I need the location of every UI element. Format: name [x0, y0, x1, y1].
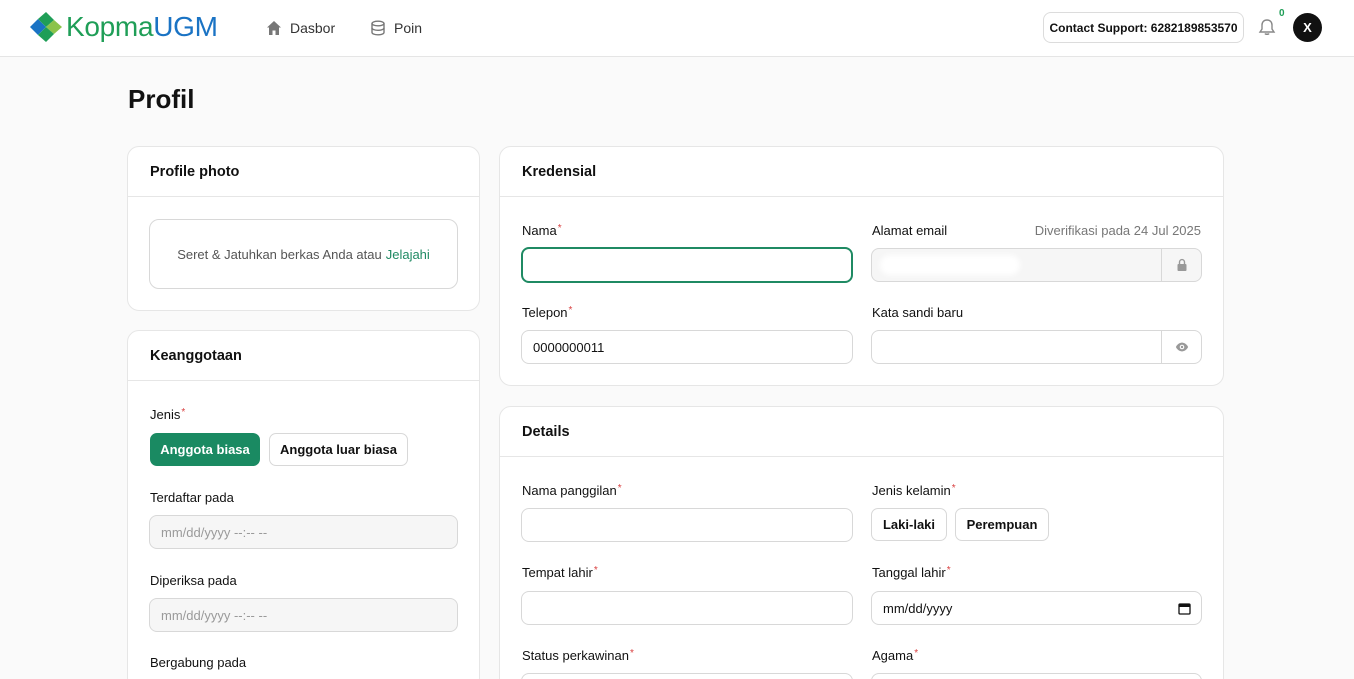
contact-support-button[interactable]: Contact Support: 6282189853570: [1043, 12, 1244, 43]
marital-status-select[interactable]: [521, 673, 853, 679]
birthplace-label: Tempat lahir*: [522, 565, 598, 580]
registered-label: Terdaftar pada: [150, 490, 234, 505]
photo-dropzone[interactable]: Seret & Jatuhkan berkas Anda atau Jelaja…: [149, 219, 458, 289]
eye-icon: [1175, 342, 1188, 352]
birthdate-input[interactable]: mm/dd/yyyy: [871, 591, 1202, 625]
birthdate-label: Tanggal lahir*: [872, 565, 951, 580]
email-verified-text: Diverifikasi pada 24 Jul 2025: [1034, 223, 1201, 238]
checked-at-field[interactable]: mm/dd/yyyy --:-- --: [149, 598, 458, 632]
home-icon: [267, 21, 281, 35]
top-bar: KopmaUGM Dasbor Poin Contact Support: 62…: [0, 0, 1354, 57]
birthdate-placeholder: mm/dd/yyyy: [883, 600, 953, 616]
religion-select[interactable]: [871, 673, 1202, 679]
brand-name: KopmaUGM: [66, 11, 218, 42]
password-input[interactable]: [871, 330, 1202, 364]
gender-female-button[interactable]: Perempuan: [955, 508, 1049, 541]
dropzone-text: Seret & Jatuhkan berkas Anda atau: [177, 246, 382, 262]
checked-label: Diperiksa pada: [150, 573, 237, 588]
page-title: Profil: [128, 84, 195, 114]
marital-status-label: Status perkawinan*: [522, 648, 634, 663]
toggle-password-button[interactable]: [1161, 331, 1201, 363]
kopma-logo-icon: [30, 12, 62, 42]
credentials-title: Kredensial: [500, 147, 1223, 197]
email-field: [871, 248, 1202, 282]
notifications-button[interactable]: [1257, 17, 1279, 39]
gender-label: Jenis kelamin*: [872, 483, 956, 498]
religion-label: Agama*: [872, 648, 919, 663]
nickname-label: Nama panggilan*: [522, 483, 622, 498]
joined-label: Bergabung pada: [150, 655, 247, 670]
email-label: Alamat email: [872, 223, 948, 238]
nav-poin-label: Poin: [394, 20, 423, 36]
phone-label: Telepon*: [522, 305, 573, 320]
password-label: Kata sandi baru: [872, 305, 964, 320]
nav-dasbor[interactable]: Dasbor: [266, 18, 335, 38]
membership-type-extraordinary[interactable]: Anggota luar biasa: [269, 433, 408, 466]
profile-photo-title: Profile photo: [128, 147, 479, 197]
registered-at-field[interactable]: mm/dd/yyyy --:-- --: [149, 515, 458, 549]
details-card: Details Nama panggilan* Jenis kelamin* L…: [499, 406, 1224, 679]
membership-title: Keanggotaan: [128, 331, 479, 381]
email-lock: [1161, 249, 1201, 281]
nav-dasbor-label: Dasbor: [290, 20, 336, 36]
birthplace-input[interactable]: [521, 591, 853, 625]
profile-photo-card: Profile photo Seret & Jatuhkan berkas An…: [127, 146, 480, 311]
name-label: Nama*: [522, 223, 562, 238]
membership-type-regular[interactable]: Anggota biasa: [150, 433, 260, 466]
lock-icon: [1177, 258, 1186, 271]
nickname-input[interactable]: [521, 508, 853, 542]
user-avatar[interactable]: X: [1293, 13, 1322, 42]
gender-male-button[interactable]: Laki-laki: [871, 508, 947, 541]
calendar-icon[interactable]: [1178, 602, 1191, 615]
email-redacted: [880, 255, 1020, 275]
bell-icon: [1258, 19, 1276, 35]
credentials-card: Kredensial Nama* Alamat email Diverifika…: [499, 146, 1224, 386]
name-input[interactable]: [521, 247, 853, 283]
browse-link[interactable]: Jelajahi: [386, 247, 430, 262]
membership-type-label: Jenis*: [150, 407, 186, 422]
database-icon: [371, 20, 385, 36]
nav-poin[interactable]: Poin: [370, 18, 422, 38]
details-title: Details: [500, 407, 1223, 457]
notification-count-badge: 0: [1279, 8, 1285, 19]
membership-card: Keanggotaan Jenis* Anggota biasa Anggota…: [127, 330, 480, 679]
phone-input[interactable]: 0000000011: [521, 330, 853, 364]
kopma-logo[interactable]: KopmaUGM: [28, 10, 218, 44]
